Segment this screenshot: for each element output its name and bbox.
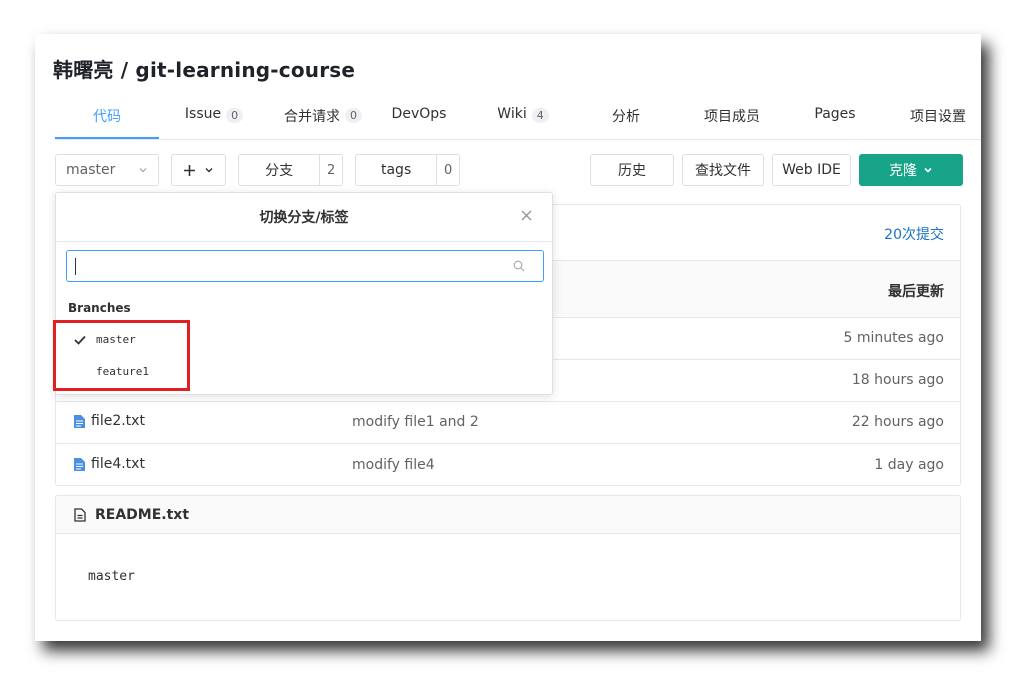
file-name[interactable]: file2.txt <box>74 413 145 429</box>
tags-count: 0 <box>443 162 453 178</box>
search-icon <box>513 260 525 272</box>
branch-option-master[interactable]: master <box>96 333 136 346</box>
tab-pages[interactable]: Pages <box>814 106 855 138</box>
tab-wiki[interactable]: Wiki 4 <box>495 106 551 138</box>
branches-button[interactable]: 分支 2 <box>238 154 343 186</box>
document-icon <box>74 507 86 522</box>
history-button[interactable]: 历史 <box>590 154 674 186</box>
tags-button[interactable]: tags 0 <box>355 154 460 186</box>
close-icon[interactable] <box>521 210 532 221</box>
readme-header: README.txt <box>56 496 960 534</box>
readme-card: README.txt master <box>55 495 961 621</box>
issue-count-badge: 0 <box>226 108 244 123</box>
tab-settings[interactable]: 项目设置 <box>908 106 968 138</box>
branch-select[interactable]: master <box>55 154 159 186</box>
find-file-button[interactable]: 查找文件 <box>682 154 764 186</box>
tab-issue[interactable]: Issue 0 <box>179 106 249 138</box>
plus-icon <box>184 164 195 176</box>
merge-request-count-badge: 0 <box>345 108 362 123</box>
check-icon <box>74 335 86 345</box>
branches-label: 分支 <box>239 155 321 185</box>
text-cursor <box>75 258 76 275</box>
readme-title: README.txt <box>95 506 190 523</box>
tab-devops[interactable]: DevOps <box>391 106 447 138</box>
wiki-count-badge: 4 <box>531 108 549 123</box>
tab-members[interactable]: 项目成员 <box>700 106 764 138</box>
branches-count: 2 <box>326 162 336 178</box>
add-button[interactable] <box>171 154 226 186</box>
repo-title[interactable]: 韩曙亮 / git-learning-course <box>53 54 355 83</box>
commit-message[interactable]: modify file4 <box>352 457 435 473</box>
last-updated-header: 最后更新 <box>888 284 944 300</box>
tab-analytics[interactable]: 分析 <box>608 106 644 138</box>
tab-bar: 代码 Issue 0 合并请求 0 DevOps Wiki 4 分析 项目成员 Pag… <box>55 106 981 140</box>
branch-search-input[interactable] <box>66 250 544 282</box>
tab-merge-requests[interactable]: 合并请求 0 <box>277 106 369 138</box>
commit-message[interactable]: modify file1 and 2 <box>352 414 479 430</box>
branch-option-feature1[interactable]: feature1 <box>96 365 149 378</box>
chevron-down-icon <box>139 168 147 173</box>
dropdown-title: 切换分支/标签 <box>56 193 552 242</box>
branch-switch-dropdown: 切换分支/标签 Branches master feature1 <box>55 192 553 395</box>
file-name[interactable]: file4.txt <box>74 456 145 472</box>
file-icon <box>74 414 85 428</box>
row-date: 18 hours ago <box>851 372 944 388</box>
branch-search-field[interactable] <box>73 256 497 278</box>
row-date: 1 day ago <box>874 457 944 473</box>
web-ide-button[interactable]: Web IDE <box>772 154 851 186</box>
tab-code[interactable]: 代码 <box>55 106 159 139</box>
row-date: 22 hours ago <box>851 414 944 430</box>
chevron-down-icon <box>924 167 932 173</box>
readme-content: master <box>88 569 135 584</box>
row-date: 5 minutes ago <box>843 330 944 346</box>
clone-button[interactable]: 克隆 <box>859 154 963 186</box>
table-row[interactable]: file4.txt modify file4 1 day ago <box>56 443 960 486</box>
table-row[interactable]: file2.txt modify file1 and 2 22 hours ag… <box>56 401 960 443</box>
file-icon <box>74 457 85 471</box>
tags-label: tags <box>356 155 438 185</box>
branches-section-label: Branches <box>68 301 131 315</box>
chevron-down-icon <box>205 168 213 173</box>
commit-count-link[interactable]: 20次提交 <box>884 224 944 244</box>
